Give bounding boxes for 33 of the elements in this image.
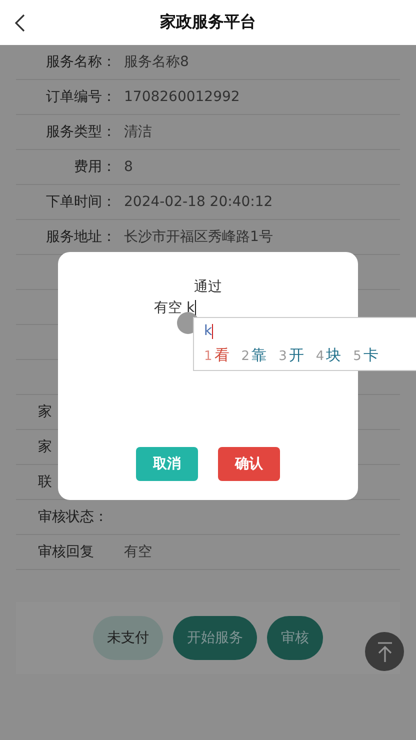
- field-value: 2024-02-18 20:40:12: [124, 194, 273, 210]
- field-label: 费用：: [73, 158, 116, 176]
- ime-candidate[interactable]: 3 开: [278, 346, 304, 364]
- cancel-button[interactable]: 取消: [136, 447, 198, 481]
- field-label: 联: [37, 473, 53, 491]
- action-button[interactable]: 未支付: [93, 616, 163, 660]
- action-button[interactable]: 开始服务: [173, 616, 257, 660]
- arrow-up-icon: [376, 640, 394, 662]
- field-label: 服务类型：: [45, 123, 116, 141]
- page-title: 家政服务平台: [160, 12, 256, 33]
- reply-field[interactable]: 有空 k: [154, 298, 196, 318]
- ime-candidate[interactable]: 1 看: [204, 346, 230, 364]
- field-label: 下单时间：: [45, 193, 116, 211]
- dialog-title: 通过: [193, 278, 223, 296]
- field-value: 清洁: [124, 123, 152, 141]
- confirm-button[interactable]: 确认: [218, 447, 280, 481]
- field-label: 服务地址：: [45, 228, 116, 246]
- ime-candidate[interactable]: 2 靠: [241, 346, 267, 364]
- ime-composition: k: [204, 322, 214, 341]
- field-label: 家: [37, 438, 53, 456]
- action-button[interactable]: 审核: [267, 616, 323, 660]
- field-value: 有空: [124, 543, 152, 561]
- field-label: 服务名称：: [45, 53, 116, 71]
- ime-candidate[interactable]: 5 卡: [353, 346, 378, 364]
- field-label: 审核状态：: [37, 508, 109, 526]
- field-value: 1708260012992: [124, 89, 240, 105]
- ime-candidate[interactable]: 4块: [316, 346, 342, 364]
- field-value: 8: [124, 159, 133, 175]
- field-value: 长沙市开福区秀峰路1号: [124, 228, 273, 246]
- field-label: 审核回复: [37, 543, 95, 561]
- field-label: 订单编号：: [45, 88, 116, 106]
- field-label: 家: [37, 403, 53, 421]
- field-value: 服务名称8: [124, 53, 189, 71]
